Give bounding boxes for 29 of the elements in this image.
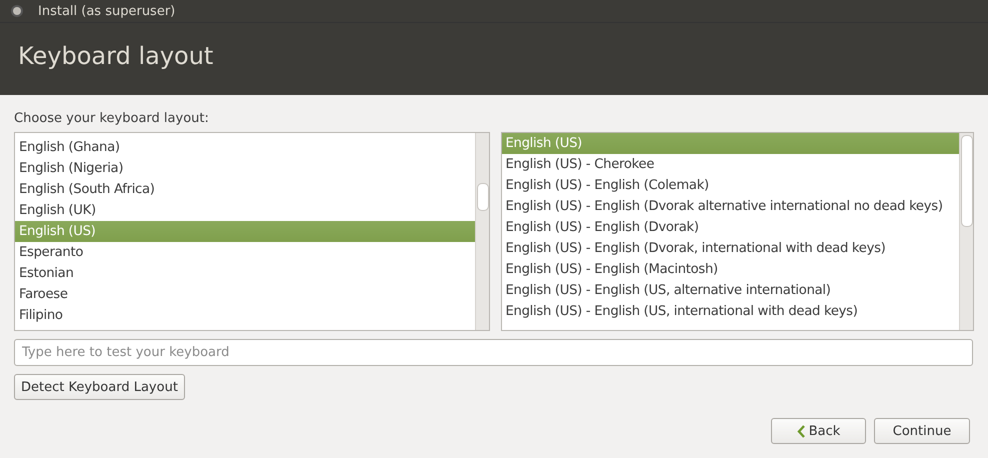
- layout-item[interactable]: English (South Africa): [15, 179, 474, 200]
- variant-item[interactable]: English (US) - English (Dvorak): [502, 217, 959, 238]
- variant-item[interactable]: English (US) - English (US, international with dead keys): [502, 301, 959, 322]
- chevron-left-icon: [796, 424, 806, 438]
- scroll-thumb[interactable]: [476, 183, 488, 211]
- prompt-label: Choose your keyboard layout:: [14, 111, 210, 128]
- variant-item[interactable]: English (US) - English (Dvorak, international with dead keys): [502, 238, 959, 259]
- variant-item[interactable]: English (US) - English (Dvorak alternative international no dead keys): [502, 196, 959, 217]
- layout-item[interactable]: Esperanto: [15, 242, 474, 263]
- scrollbar[interactable]: [959, 133, 973, 330]
- layout-item[interactable]: English (Nigeria): [15, 158, 474, 179]
- variant-item[interactable]: English (US) - English (Colemak): [502, 175, 959, 196]
- test-input-field[interactable]: Type here to test your keyboard: [14, 339, 973, 366]
- window-button-icon[interactable]: [13, 7, 21, 15]
- variant-item[interactable]: English (US) - Cherokee: [502, 154, 959, 175]
- scrollbar[interactable]: [474, 133, 488, 330]
- detect-layout-button[interactable]: Detect Keyboard Layout: [14, 374, 185, 400]
- scroll-thumb[interactable]: [961, 135, 973, 227]
- layout-item[interactable]: Faroese: [15, 284, 474, 305]
- layout-item[interactable]: English (UK): [15, 200, 474, 221]
- layout-item[interactable]: English (Ghana): [15, 137, 474, 158]
- variant-item[interactable]: English (US) - English (US, alternative international): [502, 280, 959, 301]
- layout-item[interactable]: Estonian: [15, 263, 474, 284]
- variant-item[interactable]: English (US) - English (Macintosh): [502, 259, 959, 280]
- back-button[interactable]: Back: [771, 418, 866, 444]
- continue-button[interactable]: Continue: [874, 418, 970, 444]
- page-title: Keyboard layout: [18, 42, 214, 70]
- window-title: Install (as superuser): [38, 4, 176, 18]
- layout-item[interactable]: Filipino: [15, 305, 474, 326]
